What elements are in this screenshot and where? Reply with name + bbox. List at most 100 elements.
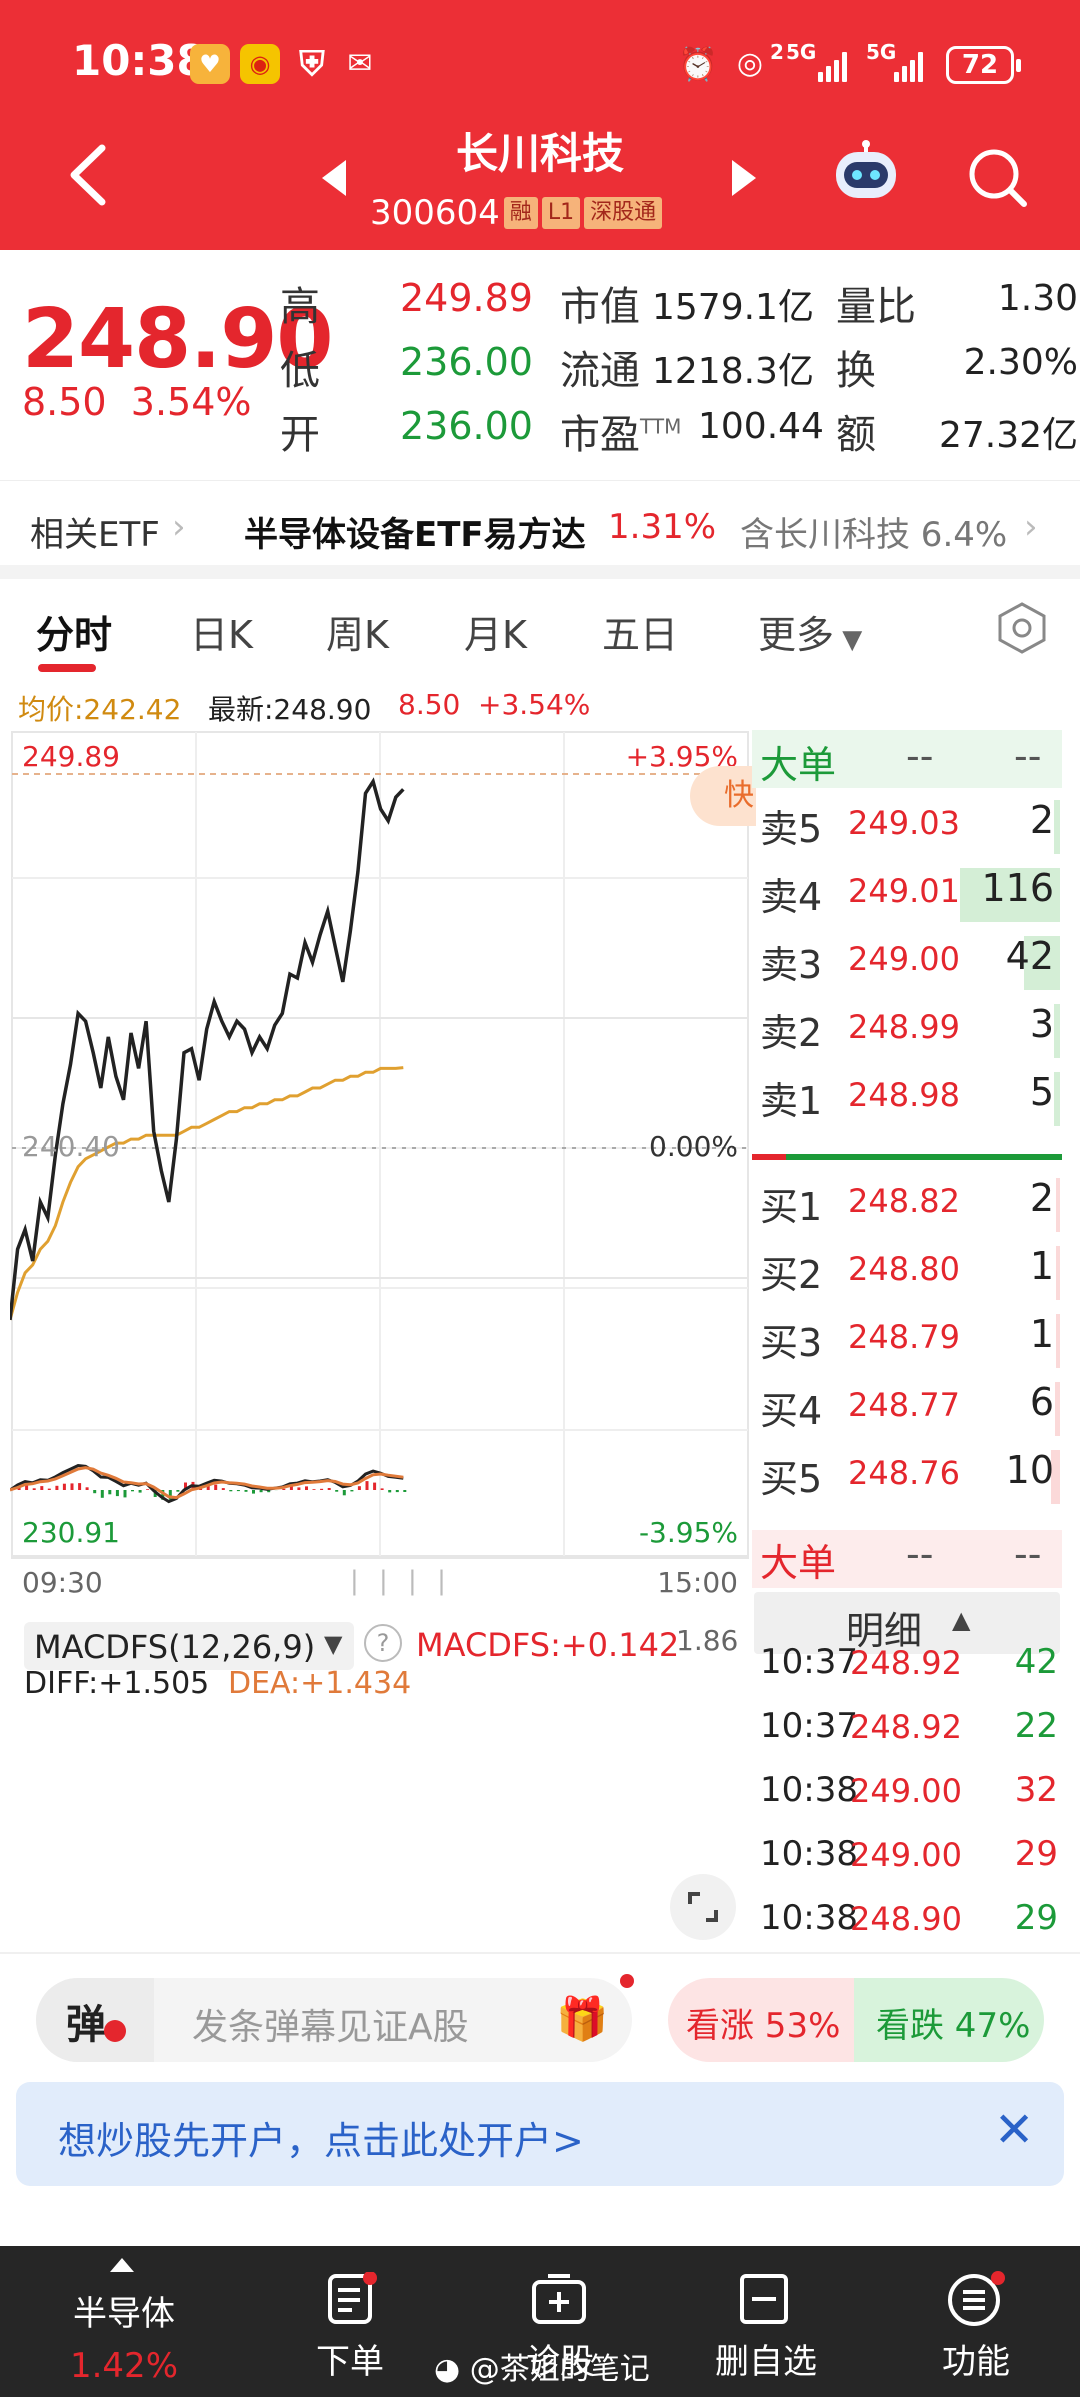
nav-sector[interactable]: 半导体 <box>34 2286 214 2335</box>
weibo-watermark-icon: ◕ <box>434 2352 470 2387</box>
macd-histogram-bar <box>327 1488 331 1490</box>
macd-histogram-bar <box>365 1481 369 1490</box>
axis-end-time: 15:00 <box>657 1566 738 1599</box>
macd-histogram-bar <box>70 1483 74 1490</box>
ask-volume-bar <box>1054 1004 1060 1058</box>
gift-dot-icon <box>620 1974 634 1988</box>
bid-ask-ratio-red <box>752 1154 786 1160</box>
net-indicator-1: 2 <box>770 40 784 64</box>
ask-level-label: 卖1 <box>760 1079 823 1123</box>
back-icon[interactable] <box>60 140 120 210</box>
etf-name[interactable]: 半导体设备ETF易方达 <box>244 507 586 556</box>
macd-selector[interactable]: MACDFS(12,26,9) ▼ <box>24 1622 354 1670</box>
ask-volume: 116 <box>981 866 1054 910</box>
tag-connect: 深股通 <box>584 197 663 229</box>
ask-volume: 5 <box>1029 1070 1054 1114</box>
bid-price: 248.82 <box>848 1182 960 1220</box>
trade-price: 248.92 <box>850 1644 962 1682</box>
open-account-text: 想炒股先开户，点击此处开户> <box>58 2119 584 2163</box>
bid-level-label: 买2 <box>760 1253 823 1297</box>
vote-down-button[interactable]: 看跌 47% <box>854 1978 1044 2062</box>
bottom-divider <box>0 1952 1080 1954</box>
next-stock-icon[interactable] <box>732 160 756 196</box>
tab-intraday[interactable]: 分时 <box>36 604 112 659</box>
search-icon[interactable] <box>964 144 1030 210</box>
fast-badge[interactable]: 快 <box>690 766 756 826</box>
trade-volume: 22 <box>1014 1706 1058 1746</box>
tag-margin: 融 <box>503 197 538 229</box>
ask-price: 249.01 <box>848 872 960 910</box>
macd-histogram-bar <box>40 1486 44 1490</box>
tab-five-day[interactable]: 五日 <box>602 604 678 659</box>
robot-assistant-icon[interactable] <box>830 140 902 206</box>
gift-icon[interactable]: 🎁 <box>556 1994 608 2044</box>
big-order-label: 大单 <box>760 743 837 787</box>
nav-sector-pct: 1.42% <box>69 2346 178 2386</box>
nav-function[interactable]: 功能 <box>886 2334 1066 2383</box>
drag-handle-icon[interactable]: | | | | <box>350 1566 452 1596</box>
etf-more-chevron-icon[interactable]: › <box>1024 507 1038 547</box>
nav-order[interactable]: 下单 <box>260 2334 440 2383</box>
trade-time: 10:37 <box>760 1706 858 1746</box>
axis-start-time: 09:30 <box>22 1566 103 1599</box>
macd-histogram-bar <box>138 1490 142 1493</box>
vote-up-button[interactable]: 看涨 53% <box>668 1978 854 2062</box>
function-icon[interactable] <box>946 2270 1006 2330</box>
macd-histogram-bar <box>244 1490 248 1492</box>
tab-more[interactable]: 更多 ▼ <box>758 604 862 659</box>
heart-app-icon: ♥ <box>190 44 230 84</box>
trade-volume: 32 <box>1014 1770 1058 1810</box>
sector-up-arrow-icon <box>110 2258 134 2272</box>
chart-settings-icon[interactable] <box>994 600 1050 660</box>
net-indicator-2: 5G <box>786 40 817 64</box>
danmu-input[interactable]: 弹 发条弹幕见证A股 🎁 <box>36 1974 634 2062</box>
bid-volume-bar <box>1056 1178 1060 1232</box>
latest-pct-info: +3.54% <box>478 688 591 721</box>
nav-remove-watch[interactable]: 删自选 <box>676 2334 856 2383</box>
tab-daily-k[interactable]: 日K <box>190 604 253 659</box>
amount-value: 27.32亿 <box>938 415 1078 456</box>
etf-chevron-icon: › <box>172 507 186 547</box>
signal-bars-icon-2 <box>894 46 923 82</box>
macd-name: MACDFS(12,26,9) <box>34 1628 316 1666</box>
open-account-banner[interactable]: 想炒股先开户，点击此处开户> ✕ <box>16 2082 1064 2186</box>
bid-price: 248.77 <box>848 1386 960 1424</box>
tab-monthly-k[interactable]: 月K <box>464 604 527 659</box>
macd-histogram-bar <box>297 1487 301 1490</box>
price-change: 8.50 3.54% <box>22 380 252 424</box>
tag-level: L1 <box>541 197 581 229</box>
macd-histogram-bar <box>115 1490 119 1497</box>
ask-volume: 42 <box>1005 934 1054 978</box>
order-icon[interactable] <box>326 2271 378 2330</box>
macd-histogram-bar <box>236 1490 240 1492</box>
danmu-label: 弹 <box>66 2002 106 2048</box>
expand-chart-icon[interactable] <box>670 1874 736 1940</box>
pe-label: 市盈TTM <box>560 412 682 458</box>
macd-help-icon[interactable]: ? <box>364 1624 402 1662</box>
diagnose-icon[interactable] <box>530 2272 588 2330</box>
etf-pct: 1.31% <box>608 507 717 547</box>
close-banner-icon[interactable]: ✕ <box>994 2102 1034 2158</box>
vr-value: 1.30 <box>997 278 1078 319</box>
macd-diff: DIFF:+1.505 <box>24 1666 210 1701</box>
intraday-chart[interactable]: 249.89 +3.95% 快 240.40 0.00% 230.91 -3.9… <box>8 730 756 1599</box>
macd-histogram-bar <box>32 1488 36 1490</box>
avg-price-line <box>8 1066 404 1321</box>
bid-price: 248.80 <box>848 1250 960 1288</box>
remove-watch-icon[interactable] <box>738 2272 790 2330</box>
tab-weekly-k[interactable]: 周K <box>326 604 389 659</box>
vr-label: 量比 <box>836 284 916 330</box>
trade-time: 10:37 <box>760 1642 858 1682</box>
bid-ask-ratio-bar <box>752 1154 1062 1160</box>
pe-value: 100.44 <box>698 406 824 447</box>
trade-price: 248.92 <box>850 1708 962 1746</box>
bid-volume: 2 <box>1029 1176 1054 1220</box>
alarm-icon: ⏰ <box>678 45 718 83</box>
trade-price: 248.90 <box>850 1900 962 1938</box>
axis-bottom-pct: -3.95% <box>638 1516 738 1549</box>
trade-price: 249.00 <box>850 1836 962 1874</box>
open-label: 开 <box>280 412 320 458</box>
wechat-icon: ✉ <box>347 46 373 81</box>
axis-mid-pct: 0.00% <box>649 1130 738 1163</box>
stock-code-line: 300604 融 L1 深股通 <box>370 192 663 234</box>
